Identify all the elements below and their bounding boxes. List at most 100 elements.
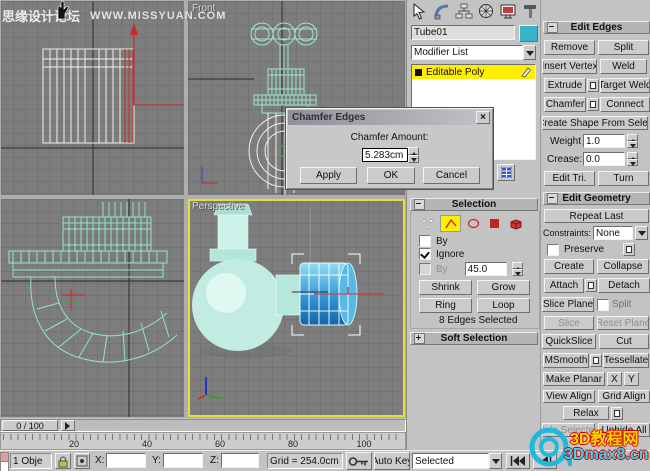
extrude-settings-icon[interactable] xyxy=(587,79,599,92)
angle-value-field[interactable]: 45.0 xyxy=(464,262,507,276)
constraints-arrow-icon[interactable] xyxy=(635,226,649,240)
split-checkbox[interactable] xyxy=(597,298,609,311)
collapse-button[interactable]: Collapse xyxy=(597,259,649,274)
tab-utilities-icon[interactable] xyxy=(520,2,540,21)
angle-spinner[interactable] xyxy=(511,262,523,276)
extrude-button[interactable]: Extrude xyxy=(544,78,586,93)
msmooth-settings-icon[interactable] xyxy=(590,354,602,367)
edge-mode-icon-active[interactable] xyxy=(440,215,461,232)
detach-button[interactable]: Detach xyxy=(598,278,650,293)
chamfer-settings-icon[interactable] xyxy=(587,98,599,111)
create-shape-button[interactable]: Create Shape From Selec xyxy=(542,116,648,130)
chamfer-button[interactable]: Chamfer xyxy=(544,97,586,112)
crease-spinner[interactable] xyxy=(627,152,638,166)
target-weld-button[interactable]: Target Weld xyxy=(600,78,650,93)
planar-x-button[interactable]: X xyxy=(607,372,622,386)
msmooth-button[interactable]: MSmooth xyxy=(543,353,589,368)
edit-edges-rollout-header[interactable]: Edit Edges xyxy=(543,21,650,34)
soft-selection-rollout-header[interactable]: Soft Selection xyxy=(410,332,538,345)
grow-button[interactable]: Grow xyxy=(477,280,530,295)
go-to-start-button[interactable] xyxy=(506,453,530,469)
loop-button[interactable]: Loop xyxy=(477,298,530,313)
remove-button[interactable]: Remove xyxy=(544,40,595,55)
insert-vertex-button[interactable]: Insert Vertex xyxy=(542,59,597,74)
configure-modifier-sets-button[interactable] xyxy=(497,164,515,181)
make-planar-button[interactable]: Make Planar xyxy=(543,372,605,386)
z-coordinate-field[interactable] xyxy=(221,453,259,468)
relax-settings-icon[interactable] xyxy=(611,406,623,420)
shrink-button[interactable]: Shrink xyxy=(419,280,472,295)
unhide-all-button[interactable]: Unhide All xyxy=(598,423,650,437)
preserve-uvs-checkbox[interactable] xyxy=(547,243,559,256)
quickslice-button[interactable]: QuickSlice xyxy=(542,334,596,349)
selection-rollout-header[interactable]: Selection xyxy=(410,198,538,211)
ok-button[interactable]: OK xyxy=(367,167,415,184)
collapse-icon[interactable] xyxy=(547,193,558,204)
modifier-list-arrow-icon[interactable] xyxy=(523,45,536,60)
polygon-mode-icon[interactable] xyxy=(486,216,503,231)
viewport-front-label[interactable]: Front xyxy=(192,3,215,14)
viewport-top[interactable] xyxy=(1,1,184,195)
by-vertex-checkbox[interactable] xyxy=(419,235,431,247)
time-slider-handle[interactable]: 0 / 100 xyxy=(2,420,58,431)
y-coordinate-field[interactable] xyxy=(163,453,203,468)
attach-button[interactable]: Attach xyxy=(544,278,584,293)
ring-button[interactable]: Ring xyxy=(419,298,472,313)
collapse-icon[interactable] xyxy=(414,199,425,210)
viewport-left[interactable] xyxy=(1,199,184,417)
modifier-list-dropdown[interactable]: Modifier List xyxy=(411,45,536,60)
edit-tri-button[interactable]: Edit Tri. xyxy=(544,171,595,186)
element-mode-icon[interactable] xyxy=(507,216,524,231)
preserve-settings-icon[interactable] xyxy=(623,243,636,256)
key-filter-arrow-icon[interactable] xyxy=(489,453,502,469)
tab-hierarchy-icon[interactable] xyxy=(454,2,474,21)
crease-field[interactable]: 0.0 xyxy=(583,152,625,166)
by-angle-checkbox[interactable] xyxy=(419,263,431,275)
viewport-perspective-label[interactable]: Perspective xyxy=(192,201,244,212)
attach-settings-icon[interactable] xyxy=(585,279,597,292)
tessellate-button[interactable]: Tessellate xyxy=(603,353,649,368)
vertex-mode-icon[interactable] xyxy=(419,216,436,231)
time-slider-track[interactable]: 0 / 100 xyxy=(0,419,406,432)
turn-button[interactable]: Turn xyxy=(598,171,649,186)
tab-display-icon[interactable] xyxy=(498,2,518,21)
slice-button[interactable]: Slice xyxy=(544,316,594,330)
constraints-dropdown[interactable]: None xyxy=(593,226,634,240)
chamfer-amount-field[interactable]: 5.283cm xyxy=(362,148,408,162)
planar-y-button[interactable]: Y xyxy=(624,372,639,386)
hide-selected-button[interactable]: Hide Selected xyxy=(542,423,595,437)
key-filter-dropdown[interactable]: Selected xyxy=(412,453,502,469)
weld-button[interactable]: Weld xyxy=(600,59,647,74)
tab-motion-icon[interactable] xyxy=(476,2,496,21)
dialog-title-bar[interactable]: Chamfer Edges xyxy=(288,110,491,125)
expand-icon[interactable] xyxy=(414,333,425,344)
key-filter-value-box[interactable]: Selected xyxy=(412,453,489,469)
tab-create-icon[interactable] xyxy=(410,2,430,21)
set-key-button[interactable] xyxy=(346,452,372,470)
track-bar[interactable]: 20 40 60 80 100 xyxy=(0,432,406,450)
object-color-swatch[interactable] xyxy=(519,25,538,42)
border-mode-icon[interactable] xyxy=(465,216,482,231)
chamfer-amount-spinner[interactable] xyxy=(408,147,419,163)
selection-lock-button[interactable] xyxy=(55,453,71,469)
reset-plane-button[interactable]: Reset Plane xyxy=(597,316,649,330)
create-button[interactable]: Create xyxy=(544,259,594,274)
relax-button[interactable]: Relax xyxy=(563,406,609,420)
viewport-perspective[interactable]: Perspective xyxy=(188,199,405,417)
tab-modify-icon[interactable] xyxy=(432,2,452,21)
next-frame-arrow-button[interactable] xyxy=(61,420,75,431)
stack-item-editable-poly[interactable]: Editable Poly xyxy=(412,65,535,79)
slice-plane-button[interactable]: Slice Plane xyxy=(542,297,594,312)
collapse-icon[interactable] xyxy=(547,22,558,33)
repeat-last-button[interactable]: Repeat Last xyxy=(544,209,649,223)
split-button[interactable]: Split xyxy=(598,40,649,55)
x-coordinate-field[interactable] xyxy=(106,453,146,468)
apply-button[interactable]: Apply xyxy=(300,167,357,184)
connect-button[interactable]: Connect xyxy=(600,97,650,112)
previous-frame-button[interactable] xyxy=(533,453,557,469)
coordinate-mode-button[interactable] xyxy=(74,453,90,469)
maxscript-mini-listener-white[interactable] xyxy=(0,461,9,471)
weight-field[interactable]: 1.0 xyxy=(583,134,625,148)
edit-geometry-rollout-header[interactable]: Edit Geometry xyxy=(543,192,650,205)
object-name-field[interactable]: Tube01 xyxy=(411,25,515,40)
